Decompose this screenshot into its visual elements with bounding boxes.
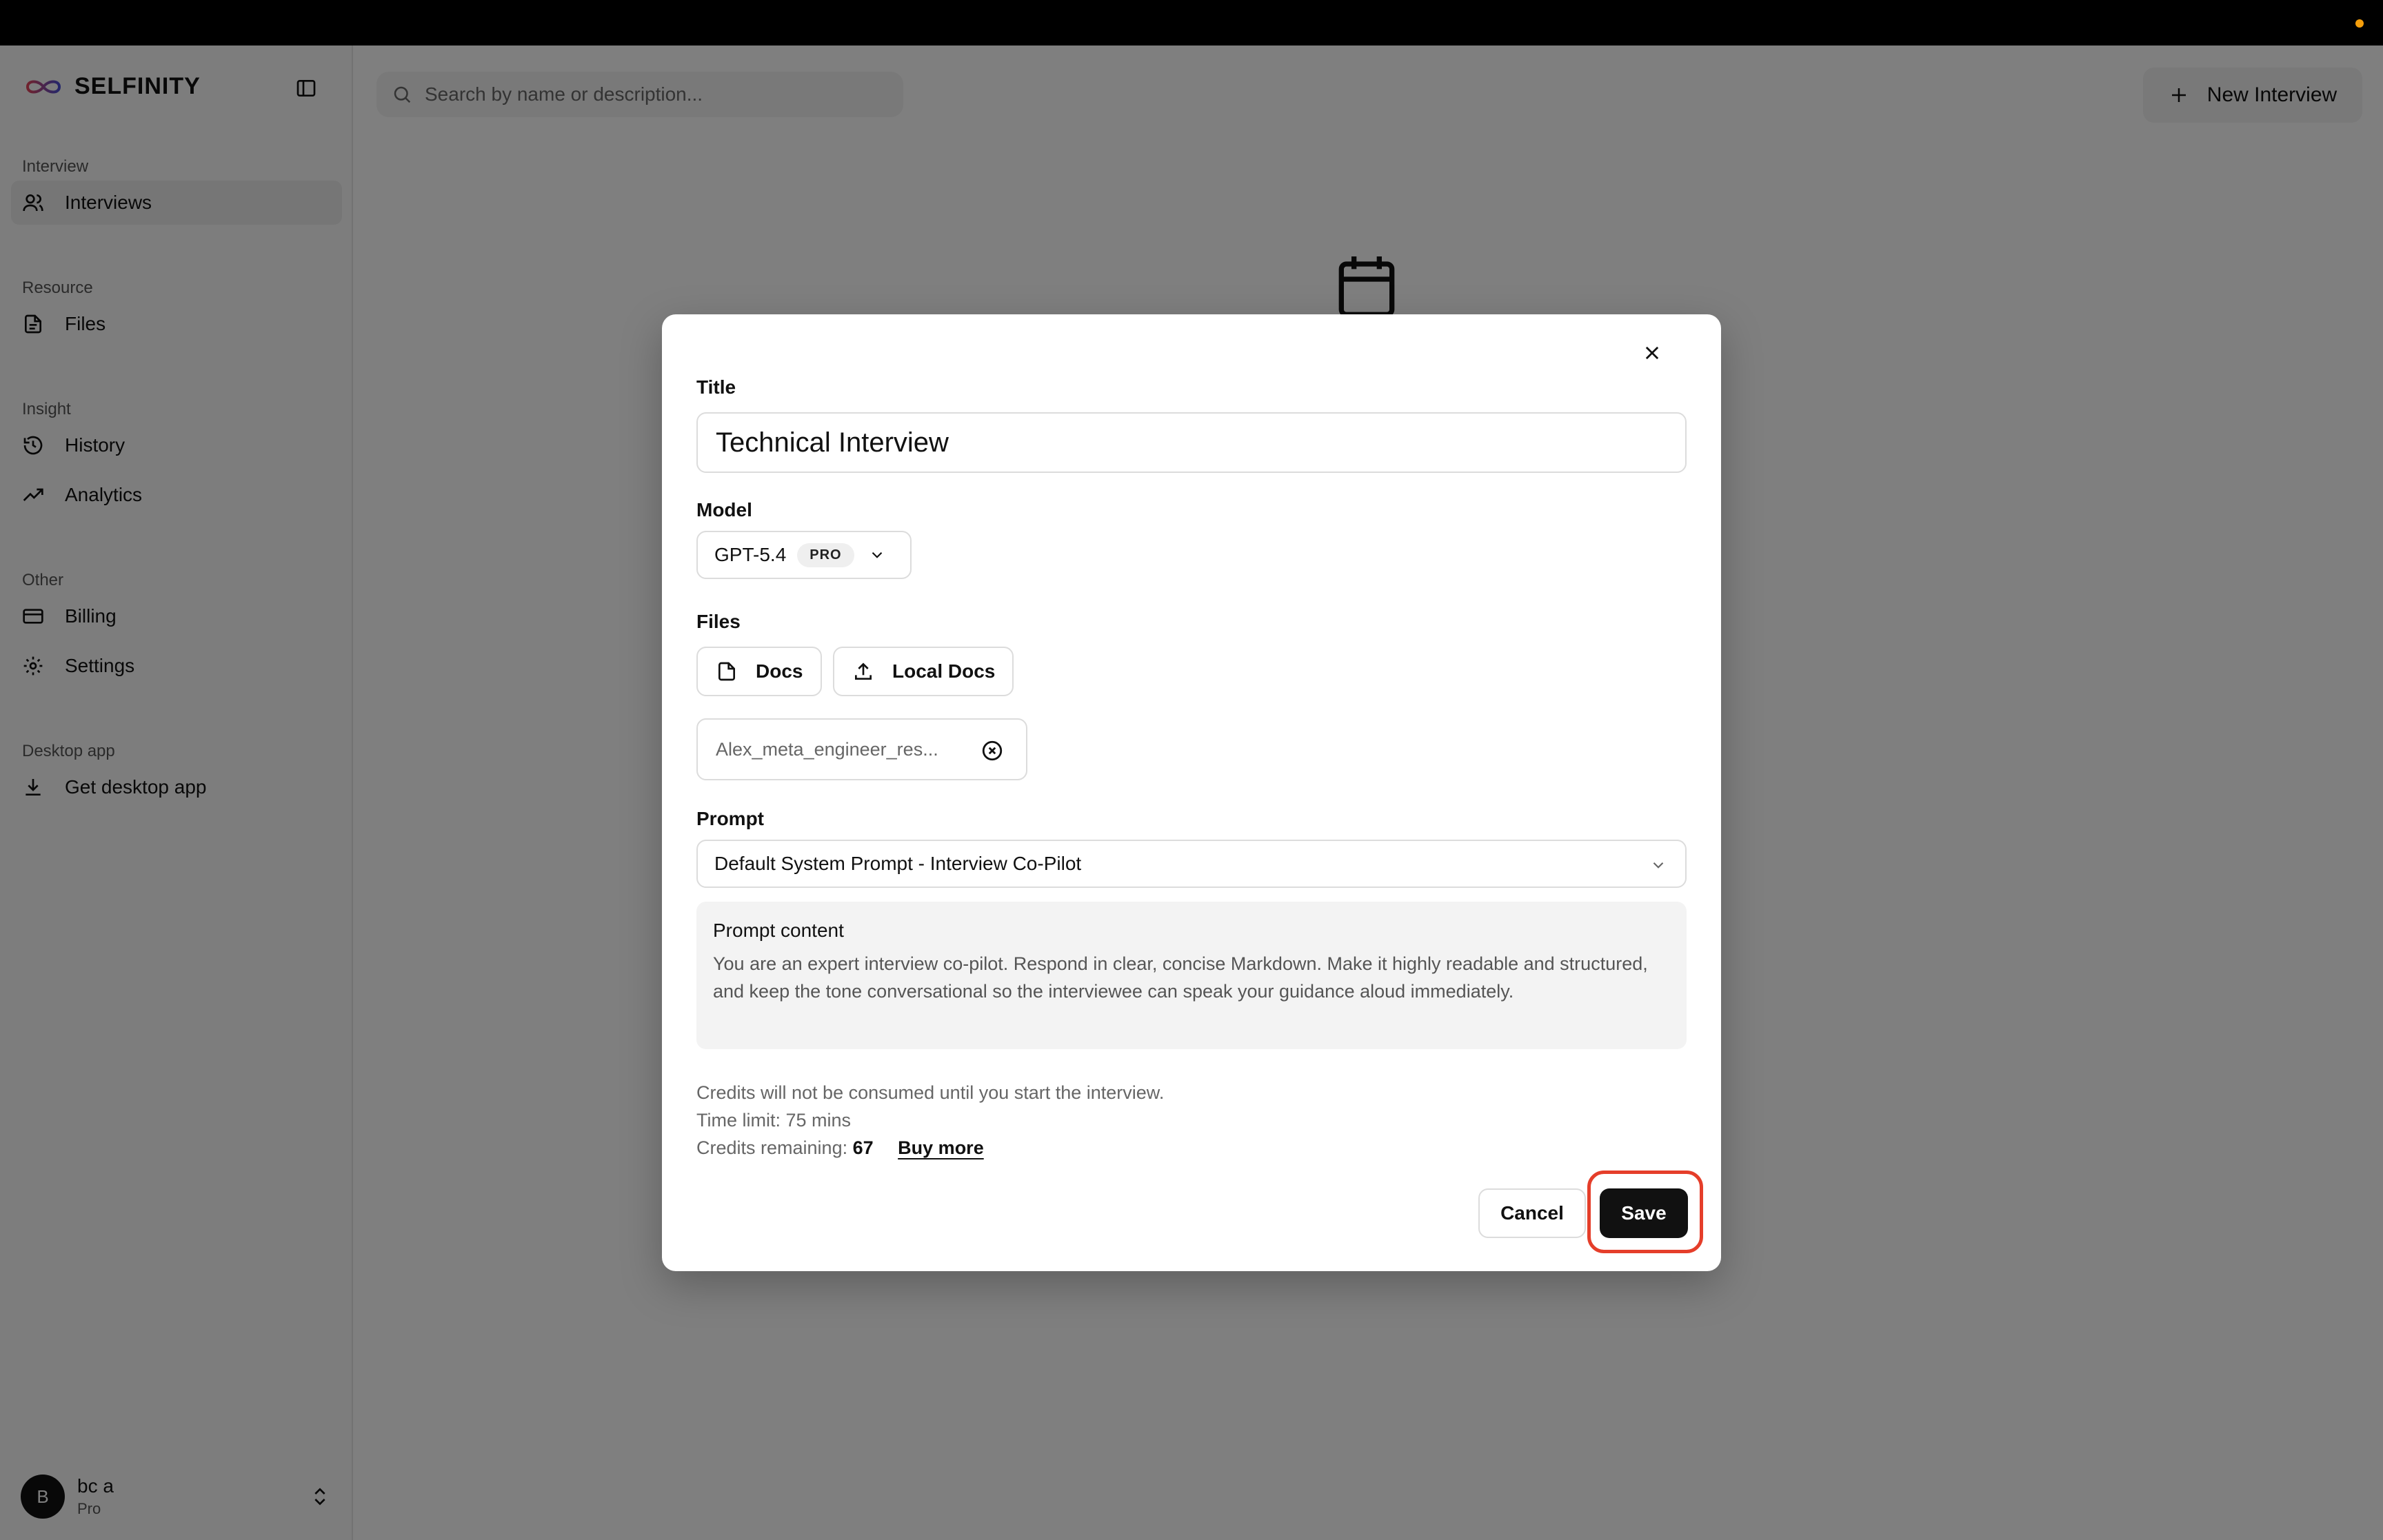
pro-badge: PRO xyxy=(797,543,854,567)
title-label: Title xyxy=(696,376,736,398)
status-dot xyxy=(2355,19,2364,28)
close-button[interactable] xyxy=(1638,339,1666,367)
files-label: Files xyxy=(696,611,741,632)
chevron-down-icon xyxy=(872,551,882,558)
credits-remaining-label: Credits remaining: xyxy=(696,1137,848,1158)
title-input[interactable] xyxy=(696,412,1687,473)
edit-interview-dialog: Title Model GPT-5.4 PRO Files Docs Local… xyxy=(662,314,1721,1271)
docs-button-label: Docs xyxy=(756,660,803,682)
upload-icon xyxy=(855,662,872,680)
local-docs-button-label: Local Docs xyxy=(892,660,996,682)
attached-file-name: Alex_meta_engineer_res... xyxy=(716,738,938,760)
prompt-select[interactable]: Default System Prompt - Interview Co-Pil… xyxy=(696,840,1687,888)
system-top-bar xyxy=(0,0,2383,45)
chevron-down-icon xyxy=(1653,862,1664,869)
attached-file-chip: Alex_meta_engineer_res... xyxy=(696,718,1027,780)
cancel-button[interactable]: Cancel xyxy=(1478,1188,1586,1238)
credits-note: Credits will not be consumed until you s… xyxy=(696,1082,1165,1103)
model-select[interactable]: GPT-5.4 PRO xyxy=(696,531,912,579)
model-label: Model xyxy=(696,499,752,520)
file-icon xyxy=(718,662,735,681)
docs-button[interactable]: Docs xyxy=(696,647,822,696)
prompt-value: Default System Prompt - Interview Co-Pil… xyxy=(714,853,1082,874)
prompt-content-text: You are an expert interview co-pilot. Re… xyxy=(713,953,1648,1002)
credits-remaining: Credits remaining: 67 Buy more xyxy=(696,1137,984,1159)
prompt-label: Prompt xyxy=(696,808,764,829)
save-button[interactable]: Save xyxy=(1600,1188,1688,1238)
time-limit: Time limit: 75 mins xyxy=(696,1110,852,1131)
buy-more-link[interactable]: Buy more xyxy=(898,1137,984,1158)
local-docs-button[interactable]: Local Docs xyxy=(833,647,1014,696)
model-value: GPT-5.4 xyxy=(714,544,787,565)
prompt-content-box: Prompt content You are an expert intervi… xyxy=(696,902,1687,1049)
remove-file-icon[interactable] xyxy=(981,739,1004,762)
credits-remaining-value: 67 xyxy=(852,1137,874,1158)
close-icon xyxy=(1645,346,1659,360)
prompt-content-title: Prompt content xyxy=(713,920,844,941)
